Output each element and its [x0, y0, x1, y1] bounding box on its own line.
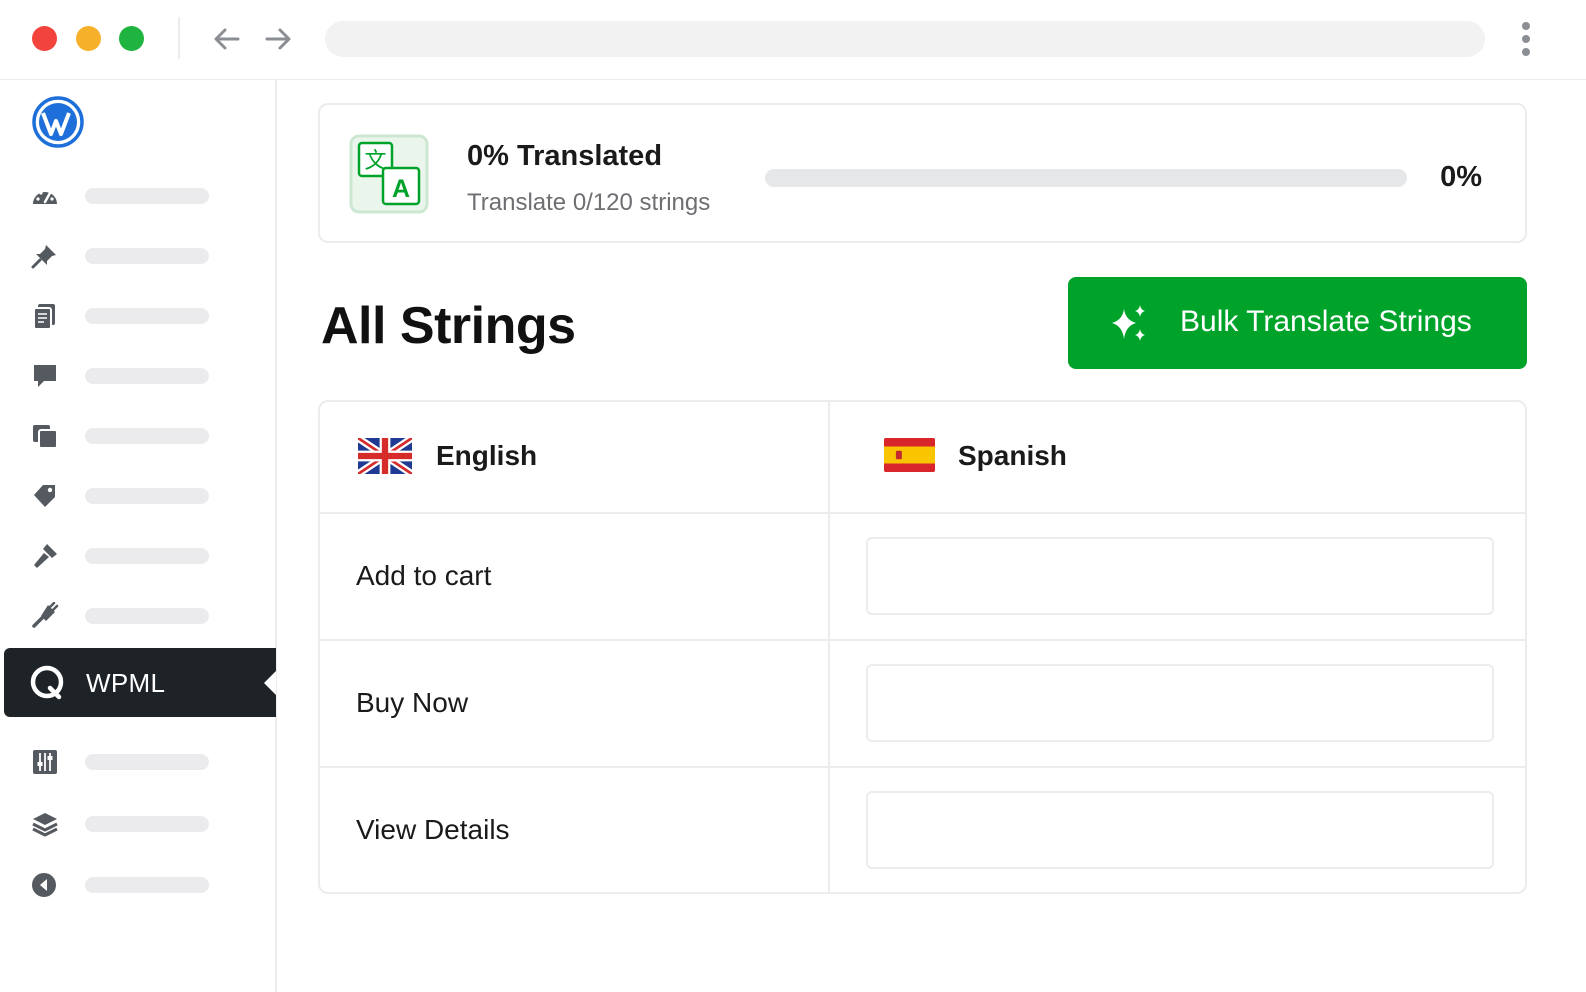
wpml-logo-icon	[30, 665, 64, 700]
bulk-translate-button[interactable]: Bulk Translate Strings	[1068, 277, 1527, 369]
brush-icon	[34, 544, 57, 568]
column-divider	[828, 402, 830, 892]
media-folders-icon	[33, 425, 58, 449]
spain-flag-icon	[884, 438, 935, 472]
svg-text:A: A	[392, 175, 410, 203]
sparkle-icon	[1112, 305, 1145, 341]
source-string: Buy Now	[356, 687, 469, 718]
sidebar-item-placeholder	[85, 308, 209, 324]
sidebar-item-collapse[interactable]	[0, 865, 275, 905]
active-indicator	[264, 671, 276, 695]
progress-bar	[765, 169, 1407, 187]
plug-icon	[32, 602, 59, 628]
more-options-icon[interactable]	[1515, 20, 1537, 58]
sidebar-item-placeholder	[85, 754, 209, 770]
progress-title: 0% Translated	[467, 140, 663, 172]
sidebar-item-placeholder	[85, 877, 209, 893]
sidebar-item-label: WPML	[86, 668, 166, 698]
maximize-window-button[interactable]	[119, 26, 144, 51]
translation-input[interactable]	[866, 791, 1494, 869]
pushpin-icon	[31, 245, 56, 269]
browser-toolbar	[0, 0, 1586, 80]
sidebar-item-settings[interactable]	[0, 804, 275, 844]
admin-sidebar: WPML	[0, 80, 277, 992]
translation-progress-card: 文 A 0% Translated Translate 0/120 string…	[318, 103, 1527, 243]
back-arrow-icon[interactable]	[210, 22, 244, 56]
target-language-label: Spanish	[958, 440, 1067, 471]
sidebar-item-plugins[interactable]	[0, 596, 275, 636]
layers-icon	[32, 813, 58, 837]
source-string: View Details	[356, 814, 510, 845]
pages-icon	[33, 304, 55, 330]
bulk-translate-label: Bulk Translate Strings	[1180, 305, 1472, 338]
forward-arrow-icon[interactable]	[261, 22, 295, 56]
sidebar-item-placeholder	[85, 188, 209, 204]
sidebar-item-tools[interactable]	[0, 742, 275, 782]
translation-input[interactable]	[866, 664, 1494, 742]
sidebar-item-pages[interactable]	[0, 296, 275, 336]
sidebar-item-placeholder	[85, 428, 209, 444]
uk-flag-icon	[358, 438, 412, 474]
sidebar-item-comments[interactable]	[0, 356, 275, 396]
tag-icon	[34, 485, 55, 507]
sidebar-item-dashboard[interactable]	[0, 176, 275, 216]
sidebar-item-placeholder	[85, 368, 209, 384]
sidebar-item-placeholder	[85, 248, 209, 264]
sidebar-item-products[interactable]	[0, 476, 275, 516]
wordpress-logo-icon[interactable]	[32, 96, 84, 148]
sidebar-item-wpml[interactable]: WPML	[4, 648, 276, 717]
address-bar[interactable]	[325, 21, 1485, 57]
page-title: All Strings	[321, 297, 576, 355]
toolbar-divider	[178, 17, 180, 59]
sidebar-item-placeholder	[85, 488, 209, 504]
minimize-window-button[interactable]	[76, 26, 101, 51]
source-language-label: English	[436, 440, 538, 471]
sidebar-item-posts[interactable]	[0, 236, 275, 276]
sidebar-item-media[interactable]	[0, 416, 275, 456]
progress-percentage: 0%	[1440, 161, 1482, 193]
row-divider	[320, 766, 1525, 768]
sliders-icon	[33, 750, 57, 774]
strings-table: English Spanish Add to cart Buy Now View…	[318, 400, 1527, 894]
sidebar-item-appearance[interactable]	[0, 536, 275, 576]
translate-icon: 文 A	[349, 134, 429, 214]
sidebar-item-placeholder	[85, 816, 209, 832]
dashboard-gauge-icon	[33, 191, 57, 204]
sidebar-item-placeholder	[85, 608, 209, 624]
sidebar-item-placeholder	[85, 548, 209, 564]
collapse-menu-icon	[32, 873, 56, 897]
comment-bubble-icon	[34, 365, 56, 387]
row-divider	[320, 512, 1525, 514]
row-divider	[320, 639, 1525, 641]
translation-input[interactable]	[866, 537, 1494, 615]
progress-subtitle: Translate 0/120 strings	[467, 189, 711, 216]
source-string: Add to cart	[356, 560, 492, 591]
close-window-button[interactable]	[32, 26, 57, 51]
